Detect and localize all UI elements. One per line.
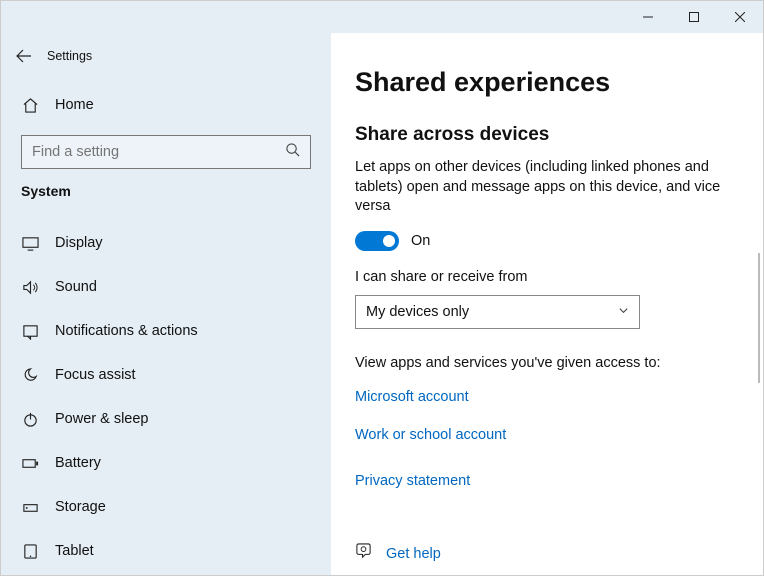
share-toggle[interactable] (355, 231, 399, 251)
sidebar-item-label: Tablet (55, 543, 94, 559)
settings-window: Settings Home System (0, 0, 764, 576)
display-icon (21, 235, 39, 252)
maximize-button[interactable] (671, 1, 717, 33)
link-microsoft-account[interactable]: Microsoft account (355, 389, 739, 405)
toggle-state-label: On (411, 233, 430, 249)
sidebar-item-tablet[interactable]: Tablet (21, 529, 311, 573)
toggle-knob (383, 235, 395, 247)
sidebar-item-label: Sound (55, 279, 97, 295)
sidebar-item-label: Notifications & actions (55, 323, 198, 339)
sidebar-item-label: Focus assist (55, 367, 136, 383)
sound-icon (21, 279, 39, 296)
chevron-down-icon (618, 304, 629, 320)
section-description: Let apps on other devices (including lin… (355, 158, 739, 217)
sidebar-top: Settings (1, 33, 331, 79)
body: Settings Home System (1, 33, 763, 575)
link-work-school-account[interactable]: Work or school account (355, 427, 739, 443)
section-title: Share across devices (355, 124, 739, 146)
minimize-button[interactable] (625, 1, 671, 33)
link-privacy-statement[interactable]: Privacy statement (355, 473, 739, 489)
sidebar-item-battery[interactable]: Battery (21, 441, 311, 485)
search-input[interactable] (32, 144, 272, 160)
sidebar-item-label: Home (55, 97, 94, 113)
get-help-row[interactable]: Get help (355, 543, 441, 565)
sidebar-item-storage[interactable]: Storage (21, 485, 311, 529)
dropdown-value: My devices only (366, 304, 469, 320)
sidebar-item-focus-assist[interactable]: Focus assist (21, 353, 311, 397)
sidebar-item-power-sleep[interactable]: Power & sleep (21, 397, 311, 441)
tablet-icon (21, 543, 39, 560)
view-apps-label: View apps and services you've given acce… (355, 355, 739, 371)
back-arrow-icon (16, 48, 32, 64)
maximize-icon (689, 12, 699, 22)
page-title: Shared experiences (355, 67, 739, 98)
sidebar-item-home[interactable]: Home (21, 83, 311, 127)
main-content: Shared experiences Share across devices … (331, 33, 763, 575)
scrollbar[interactable] (758, 253, 760, 383)
back-button[interactable] (1, 33, 47, 79)
help-icon (355, 543, 372, 565)
sidebar-item-sound[interactable]: Sound (21, 265, 311, 309)
notifications-icon (21, 323, 39, 340)
sidebar-item-label: Power & sleep (55, 411, 149, 427)
sidebar-nav: Display Sound Notifications & actions Fo… (21, 221, 311, 573)
close-button[interactable] (717, 1, 763, 33)
close-icon (735, 12, 745, 22)
app-title: Settings (47, 49, 92, 63)
storage-icon (21, 499, 39, 516)
sidebar-item-label: Battery (55, 455, 101, 471)
focus-assist-icon (21, 367, 39, 384)
sidebar-content: Home System Display Soun (1, 79, 331, 575)
share-from-label: I can share or receive from (355, 269, 739, 285)
power-icon (21, 411, 39, 428)
sidebar-category: System (21, 183, 311, 199)
sidebar-item-label: Display (55, 235, 103, 251)
sidebar-item-display[interactable]: Display (21, 221, 311, 265)
get-help-label: Get help (386, 546, 441, 562)
search-box[interactable] (21, 135, 311, 169)
sidebar-item-notifications[interactable]: Notifications & actions (21, 309, 311, 353)
share-toggle-row: On (355, 231, 739, 251)
sidebar-item-label: Storage (55, 499, 106, 515)
minimize-icon (643, 12, 653, 22)
home-icon (21, 97, 39, 114)
battery-icon (21, 455, 39, 472)
sidebar: Settings Home System (1, 33, 331, 575)
search-icon (285, 142, 300, 162)
share-from-dropdown[interactable]: My devices only (355, 295, 640, 329)
titlebar (1, 1, 763, 33)
